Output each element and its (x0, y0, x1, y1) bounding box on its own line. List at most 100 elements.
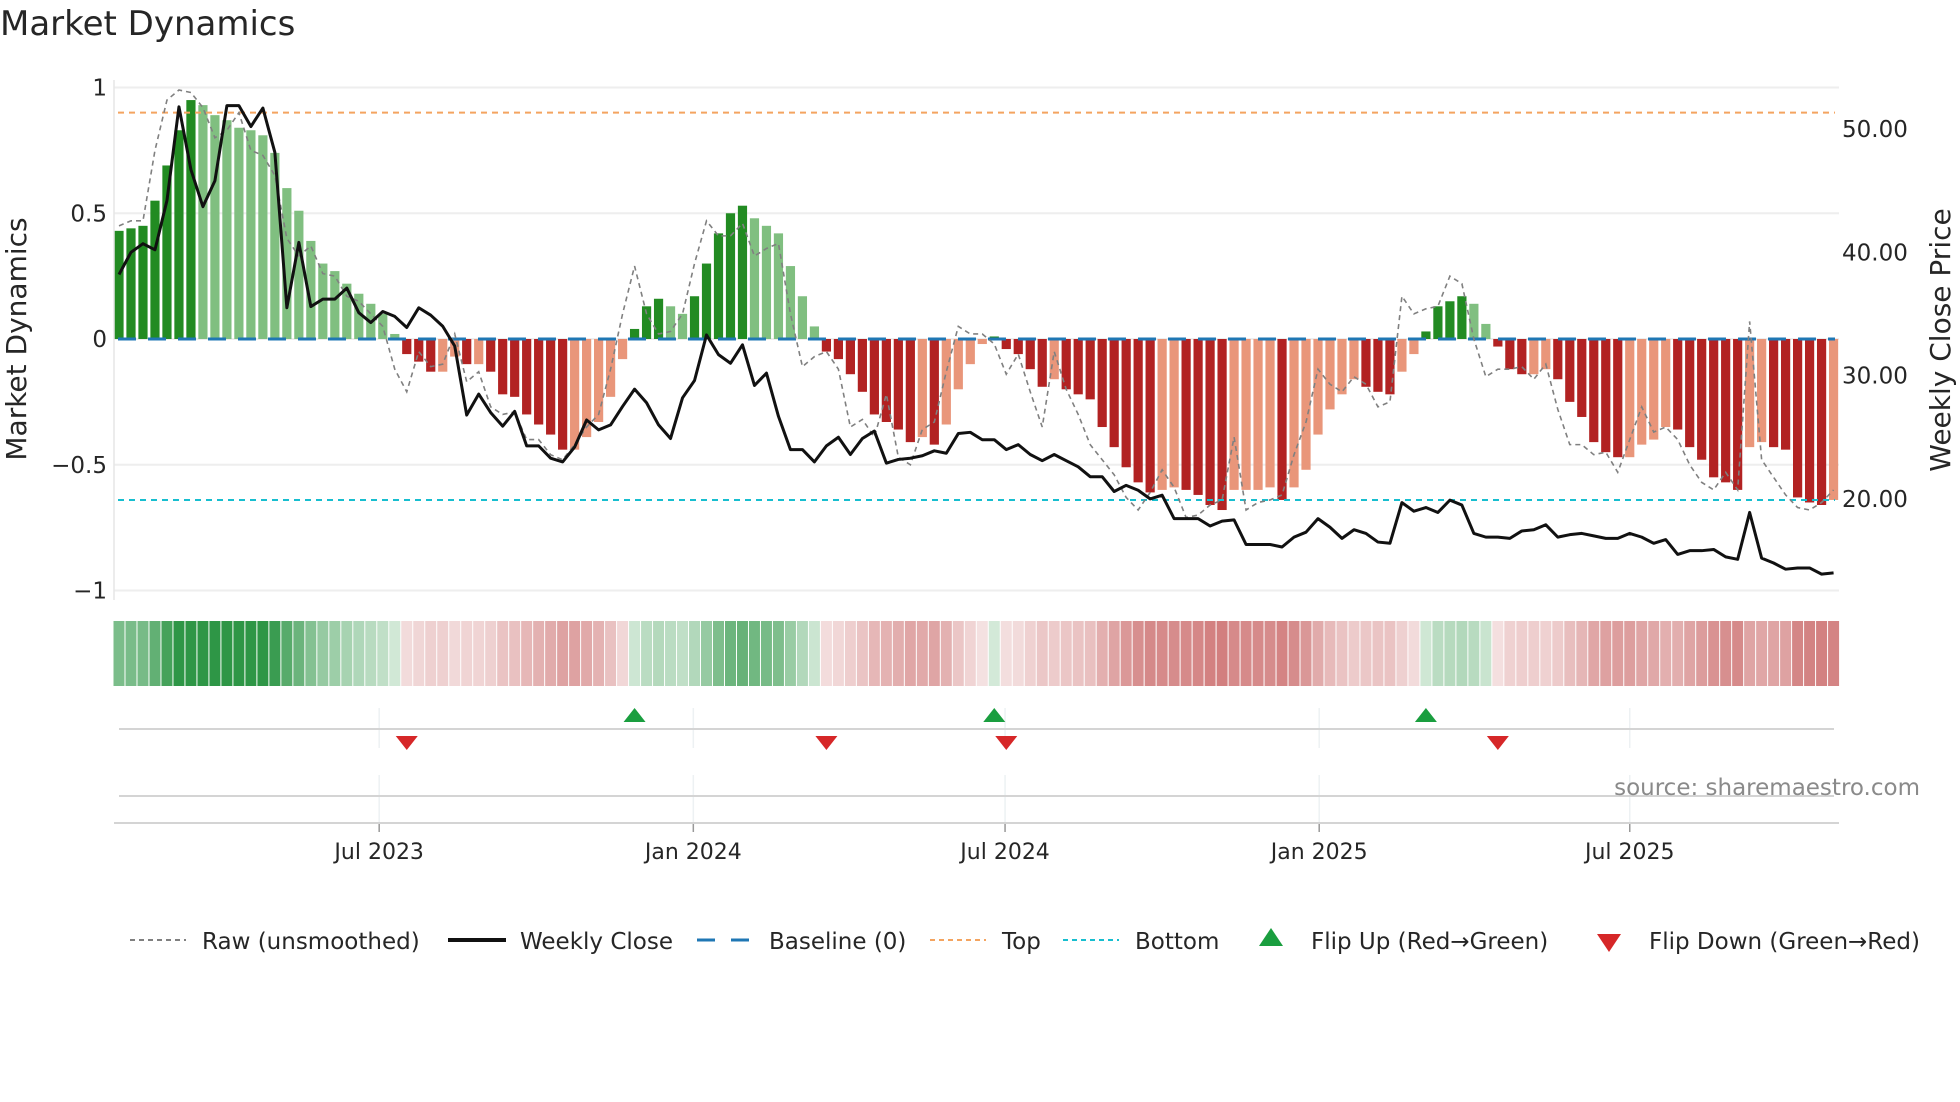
regime-cell (401, 621, 413, 686)
momentum-bar (474, 339, 484, 365)
momentum-bar (1181, 339, 1191, 490)
momentum-bar (953, 339, 963, 390)
momentum-bar (1037, 339, 1047, 387)
regime-cell (701, 621, 713, 686)
regime-cell (1624, 621, 1636, 686)
momentum-bar (1229, 339, 1239, 490)
regime-cell (1372, 621, 1384, 686)
regime-cell (293, 621, 305, 686)
regime-cell (605, 621, 617, 686)
momentum-bar (402, 339, 412, 355)
momentum-bar (1804, 339, 1815, 503)
raw-line (118, 89, 1835, 519)
regime-cell (1528, 621, 1540, 686)
regime-cell (964, 621, 976, 686)
regime-cell (1732, 621, 1744, 686)
regime-cell (928, 621, 940, 686)
regime-cell (173, 621, 185, 686)
regime-cell (1300, 621, 1312, 686)
regime-cell (533, 621, 545, 686)
momentum-bar (1721, 339, 1731, 483)
regime-cell (1456, 621, 1468, 686)
momentum-bar (150, 200, 160, 339)
regime-cell (796, 621, 808, 686)
regime-cell (1768, 621, 1780, 686)
legend-label: Flip Up (Red→Green) (1311, 929, 1548, 955)
regime-cell (1096, 621, 1108, 686)
regime-cell (1072, 621, 1084, 686)
momentum-bar (905, 339, 915, 443)
regime-cell (125, 621, 137, 686)
momentum-bar (869, 339, 879, 415)
regime-cell (569, 621, 581, 686)
momentum-bar (558, 339, 568, 450)
momentum-bar (1565, 339, 1575, 402)
regime-cell (1180, 621, 1192, 686)
regime-cell (1816, 621, 1828, 686)
momentum-bar (1097, 339, 1107, 428)
legend-label: Raw (unsmoothed) (202, 929, 420, 955)
market-dynamics-chart: 1 0.5 0 −0.5 −1 50.00 40.00 30.00 20.00 Jul 2023… (0, 76, 1957, 956)
regime-cell (329, 621, 341, 686)
regime-cell (1588, 621, 1600, 686)
momentum-bar (1193, 339, 1203, 495)
momentum-bar (713, 233, 724, 339)
momentum-bar (1457, 296, 1467, 339)
regime-cell (1168, 621, 1180, 686)
flip-markers-panel: Jul 2023 Jan 2024 Jul 2024 Jan 2025 Jul 2025 (114, 708, 1839, 865)
flip-up-marker (1414, 708, 1437, 722)
regime-cell (1516, 621, 1528, 686)
regime-cell (1132, 621, 1144, 686)
regime-cell (1828, 621, 1840, 686)
source-label: source: sharemaestro.com (1614, 775, 1920, 801)
momentum-bar (1553, 339, 1563, 380)
regime-cell (856, 621, 868, 686)
momentum-bar (977, 339, 987, 345)
legend: Raw (unsmoothed) Weekly Close Baseline (0)… (130, 928, 1920, 955)
regime-cell (1036, 621, 1048, 686)
regime-cell (209, 621, 221, 686)
regime-cell (1744, 621, 1756, 686)
momentum-bar (665, 306, 676, 339)
regime-cell (473, 621, 485, 686)
momentum-bar (414, 339, 424, 362)
momentum-bar (617, 339, 628, 360)
y-tick-label: −0.5 (51, 453, 107, 479)
regime-cell (545, 621, 557, 686)
momentum-bar (1661, 339, 1671, 428)
regime-cell (161, 621, 173, 686)
momentum-bar (1325, 339, 1335, 410)
regime-cell (892, 621, 904, 686)
x-tick-label: Jul 2023 (332, 840, 424, 865)
regime-cell (1792, 621, 1804, 686)
regime-cell (617, 621, 629, 686)
momentum-bar (222, 120, 232, 339)
momentum-bar (1781, 339, 1791, 450)
momentum-bar (546, 339, 556, 435)
regime-cell (1636, 621, 1648, 686)
momentum-bar (1265, 339, 1275, 488)
regime-cell (1384, 621, 1396, 686)
momentum-bar (845, 339, 855, 375)
y-tick-label: 0 (92, 327, 107, 353)
regime-cell (1564, 621, 1576, 686)
flip-up-marker (983, 708, 1006, 722)
regime-cell (509, 621, 521, 686)
regime-cell (257, 621, 269, 686)
momentum-bar (1637, 339, 1647, 445)
regime-cell (1660, 621, 1672, 686)
momentum-bar (1205, 339, 1215, 505)
momentum-bar (522, 339, 532, 415)
regime-cell (760, 621, 772, 686)
regime-cell (988, 621, 1000, 686)
regime-cell (1336, 621, 1348, 686)
regime-cell (197, 621, 209, 686)
y-tick-label: 1 (92, 76, 107, 102)
regime-cell (1552, 621, 1564, 686)
momentum-bar (1025, 339, 1035, 370)
momentum-bar (689, 296, 700, 339)
regime-strip (113, 621, 1840, 686)
regime-cell (461, 621, 473, 686)
regime-cell (820, 621, 832, 686)
regime-cell (1756, 621, 1768, 686)
